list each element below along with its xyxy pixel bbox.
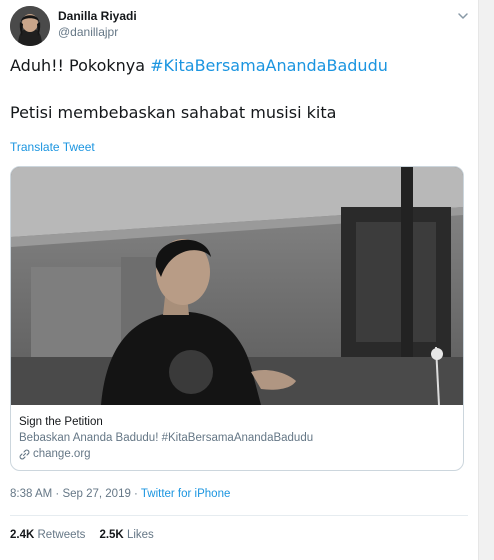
- retweets-label: Retweets: [37, 529, 86, 541]
- likes-stat[interactable]: 2.5K Likes: [99, 529, 153, 541]
- tweet-text: Aduh!! Pokoknya: [10, 56, 151, 75]
- hashtag-link[interactable]: #KitaBersamaAnandaBadudu: [150, 56, 388, 75]
- likes-label: Likes: [126, 529, 154, 541]
- chevron-down-icon[interactable]: [456, 8, 470, 22]
- card-image[interactable]: [11, 167, 463, 405]
- divider: [10, 515, 468, 516]
- card-domain-text: change.org: [33, 448, 91, 460]
- tweet-time[interactable]: 8:38 AM: [10, 488, 52, 500]
- tweet-stats: 2.4K Retweets 2.5K Likes: [10, 529, 154, 541]
- tweet-meta: 8:38 AM · Sep 27, 2019 · Twitter for iPh…: [10, 488, 230, 500]
- tweet-header: Danilla Riyadi @danillajpr: [10, 6, 470, 46]
- retweets-stat[interactable]: 2.4K Retweets: [10, 529, 85, 541]
- card-domain: change.org: [19, 446, 455, 462]
- tweet-source-link[interactable]: Twitter for iPhone: [141, 488, 230, 500]
- retweets-count: 2.4K: [10, 529, 35, 541]
- tweet-text-line-1: Aduh!! Pokoknya #KitaBersamaAnandaBadudu: [10, 56, 388, 75]
- display-name[interactable]: Danilla Riyadi: [58, 9, 137, 24]
- scrollbar[interactable]: [478, 0, 494, 560]
- tweet-date[interactable]: Sep 27, 2019: [62, 488, 130, 500]
- link-card[interactable]: Sign the Petition Bebaskan Ananda Badudu…: [10, 166, 464, 471]
- meta-separator: ·: [52, 488, 63, 500]
- author-names: Danilla Riyadi @danillajpr: [58, 9, 137, 40]
- card-text: Sign the Petition Bebaskan Ananda Badudu…: [19, 414, 455, 462]
- tweet-text-line-2: Petisi membebaskan sahabat musisi kita: [10, 103, 337, 122]
- translate-tweet-link[interactable]: Translate Tweet: [10, 140, 95, 154]
- card-title: Sign the Petition: [19, 416, 103, 428]
- user-handle[interactable]: @danillajpr: [58, 25, 137, 40]
- meta-separator: ·: [130, 488, 141, 500]
- likes-count: 2.5K: [99, 529, 124, 541]
- link-icon: [19, 449, 30, 460]
- card-description: Bebaskan Ananda Badudu! #KitaBersamaAnan…: [19, 432, 314, 444]
- avatar[interactable]: [10, 6, 50, 46]
- tweet: Danilla Riyadi @danillajpr Aduh!! Pokokn…: [0, 0, 478, 560]
